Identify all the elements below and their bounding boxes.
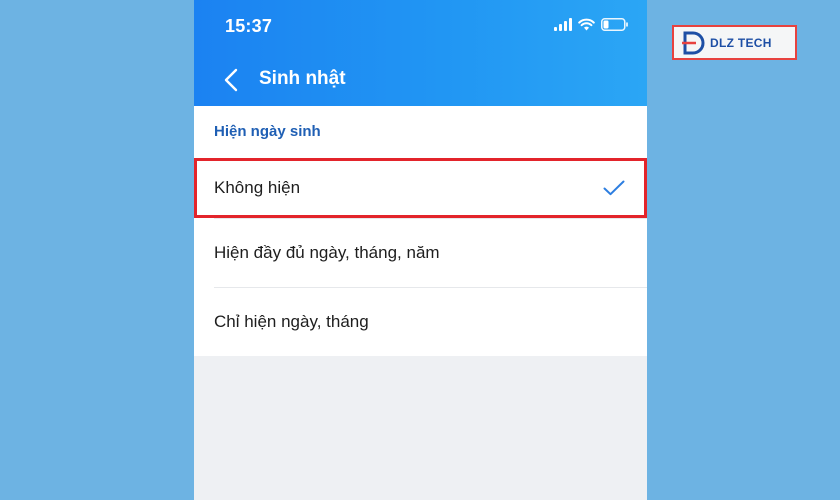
option-full-date[interactable]: Hiện đầy đủ ngày, tháng, năm bbox=[194, 218, 647, 287]
header: 15:37 Sinh nhật bbox=[194, 0, 647, 106]
chevron-left-icon bbox=[224, 68, 238, 92]
back-button[interactable] bbox=[218, 66, 244, 94]
birthday-settings-list: Hiện ngày sinh Không hiện Hiện đầy đủ ng… bbox=[194, 106, 647, 356]
cellular-signal-icon bbox=[554, 18, 572, 31]
wifi-icon bbox=[578, 18, 595, 31]
phone-screen: 15:37 Sinh nhật Hiện ngày sinh Không hiệ… bbox=[194, 0, 647, 500]
dlz-tech-logo: DLZ TECH bbox=[672, 25, 797, 60]
battery-icon bbox=[601, 18, 628, 31]
section-label: Hiện ngày sinh bbox=[214, 123, 321, 140]
option-day-month[interactable]: Chỉ hiện ngày, tháng bbox=[194, 287, 647, 356]
status-time: 15:37 bbox=[225, 16, 273, 36]
option-label: Chỉ hiện ngày, tháng bbox=[214, 311, 369, 331]
checkmark-icon bbox=[603, 180, 625, 196]
nav-bar: Sinh nhật bbox=[194, 56, 647, 104]
dlz-logo-icon bbox=[682, 31, 705, 54]
option-label: Hiện đầy đủ ngày, tháng, năm bbox=[214, 242, 440, 262]
option-label: Không hiện bbox=[214, 178, 301, 197]
logo-brand: DLZ TECH bbox=[710, 35, 772, 50]
status-bar: 15:37 bbox=[194, 0, 647, 50]
status-icons bbox=[554, 18, 629, 31]
option-hide[interactable]: Không hiện bbox=[194, 158, 647, 218]
page-title: Sinh nhật bbox=[259, 68, 346, 89]
